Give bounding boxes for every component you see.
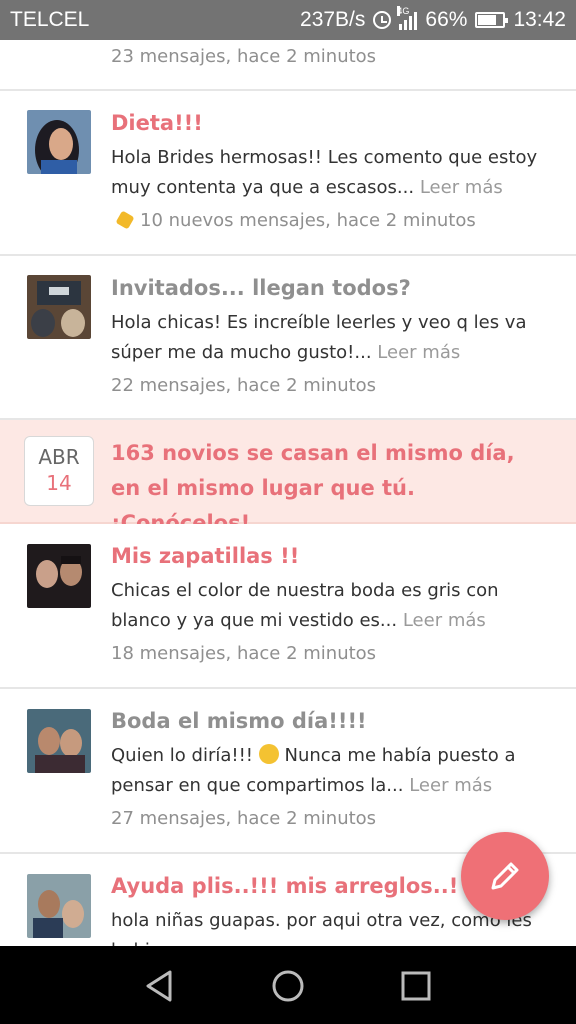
calendar-day: 14: [46, 471, 72, 495]
avatar[interactable]: [27, 709, 91, 773]
list-item[interactable]: Mis zapatillas !! Chicas el color de nue…: [0, 524, 576, 689]
network-type: 4G: [397, 6, 410, 16]
home-icon: [272, 970, 304, 1002]
new-post-button[interactable]: [461, 832, 549, 920]
post-title[interactable]: Ayuda plis..!!! mis arreglos..!: [111, 874, 458, 898]
network-speed: 237B/s: [300, 8, 366, 31]
carrier-name: TELCEL: [10, 8, 90, 31]
alarm-icon: [373, 11, 392, 29]
post-meta: 22 mensajes, hace 2 minutos: [111, 375, 377, 396]
calendar-icon: ABR 14: [24, 436, 94, 506]
read-more-link[interactable]: Leer más: [377, 342, 460, 363]
home-button[interactable]: [268, 966, 308, 1006]
list-item[interactable]: 23 mensajes, hace 2 minutos: [0, 40, 576, 91]
post-title[interactable]: Boda el mismo día!!!!: [111, 709, 367, 733]
clock: 13:42: [513, 8, 566, 31]
post-excerpt: Hola chicas! Es increíble leerles y veo …: [111, 312, 527, 363]
post-meta: 10 nuevos mensajes, hace 2 minutos: [115, 210, 476, 231]
recents-icon: [401, 971, 431, 1001]
post-title[interactable]: Dieta!!!: [111, 111, 203, 135]
post-meta: 18 mensajes, hace 2 minutos: [111, 643, 377, 664]
post-meta: 23 mensajes, hace 2 minutos: [111, 46, 377, 67]
read-more-link[interactable]: Leer más: [420, 177, 503, 198]
battery-percent: 66%: [425, 8, 468, 31]
post-excerpt: Hola Brides hermosas!! Les comento que e…: [111, 147, 538, 198]
post-title[interactable]: Mis zapatillas !!: [111, 544, 299, 568]
avatar[interactable]: [27, 544, 91, 608]
recents-button[interactable]: [396, 966, 436, 1006]
status-bar: TELCEL 237B/s 4G 66% 13:42: [0, 0, 576, 40]
post-excerpt: Quien lo diría!!! Nunca me había puesto …: [111, 744, 516, 796]
forum-feed[interactable]: 23 mensajes, hace 2 minutos Dieta!!! Hol…: [0, 40, 576, 946]
post-title[interactable]: Invitados... llegan todos?: [111, 276, 411, 300]
emoji-icon: [258, 744, 279, 764]
pencil-icon: [491, 862, 519, 890]
post-excerpt: Chicas el color de nuestra boda es gris …: [111, 580, 499, 631]
signal-icon: 4G: [397, 6, 418, 30]
new-badge-icon: [115, 210, 135, 230]
avatar[interactable]: [27, 110, 91, 174]
back-icon: [146, 970, 172, 1002]
navigation-bar: [0, 946, 576, 1024]
avatar[interactable]: [27, 275, 91, 339]
battery-icon: [475, 12, 509, 28]
list-item[interactable]: Dieta!!! Hola Brides hermosas!! Les come…: [0, 91, 576, 256]
avatar[interactable]: [27, 874, 91, 938]
post-meta: 27 mensajes, hace 2 minutos: [111, 808, 377, 829]
read-more-link[interactable]: Leer más: [403, 610, 486, 631]
read-more-link[interactable]: Leer más: [409, 775, 492, 796]
back-button[interactable]: [140, 966, 180, 1006]
list-item[interactable]: Boda el mismo día!!!! Quien lo diría!!! …: [0, 689, 576, 854]
list-item[interactable]: Invitados... llegan todos? Hola chicas! …: [0, 256, 576, 420]
promo-banner[interactable]: ABR 14 163 novios se casan el mismo día,…: [0, 420, 576, 535]
calendar-month: ABR: [38, 445, 80, 469]
